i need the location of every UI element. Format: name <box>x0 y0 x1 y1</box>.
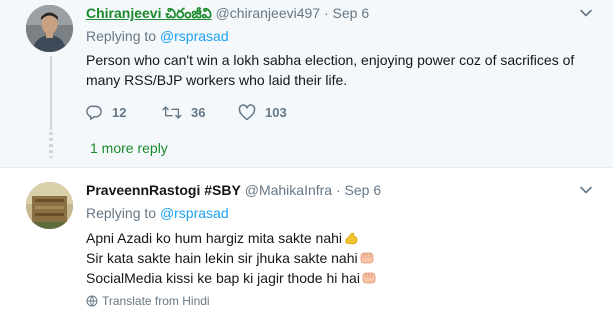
retweet-count: 36 <box>191 104 206 120</box>
replying-to: Replying to @rsprasad <box>86 28 229 44</box>
thread-dots <box>49 132 53 158</box>
separator: · <box>335 182 341 198</box>
like-button[interactable]: 103 <box>238 102 287 122</box>
replying-to: Replying to @rsprasad <box>86 205 229 221</box>
reply-icon <box>86 105 102 120</box>
user-handle[interactable]: @MahikaInfra <box>245 182 332 198</box>
mention-link[interactable]: @rsprasad <box>160 28 229 44</box>
retweet-button[interactable]: 36 <box>162 102 238 122</box>
user-handle[interactable]: @chiranjeevi497 <box>216 5 321 21</box>
more-replies-row[interactable]: 1 more reply <box>0 130 613 168</box>
mention-link[interactable]: @rsprasad <box>160 205 229 221</box>
chevron-down-icon[interactable] <box>579 183 593 197</box>
reply-button[interactable]: 12 <box>86 102 162 122</box>
oncoming-fist-emoji <box>359 250 375 266</box>
like-count: 103 <box>265 104 287 120</box>
globe-icon <box>86 295 98 307</box>
tweet-header: Chiranjeevi చిరంజీవి @chiranjeevi497 · S… <box>86 4 369 22</box>
tweet-actions: 12 36 103 <box>86 102 287 122</box>
tweet-header: PraveennRastogi #SBY @MahikaInfra · Sep … <box>86 181 381 199</box>
timestamp[interactable]: Sep 6 <box>345 182 382 198</box>
heart-icon <box>238 103 256 120</box>
flexed-biceps-emoji <box>343 230 359 246</box>
tweet-text: Person who can't win a lokh sabha electi… <box>86 52 575 88</box>
reply-tweet-chiranjeevi[interactable]: Chiranjeevi చిరంజీవి @chiranjeevi497 · S… <box>0 0 613 130</box>
retweet-icon <box>162 105 182 119</box>
more-replies-link[interactable]: 1 more reply <box>90 138 168 158</box>
reply-tweet-praveenn[interactable]: PraveennRastogi #SBY @MahikaInfra · Sep … <box>0 169 613 320</box>
reply-count: 12 <box>112 104 127 120</box>
avatar[interactable] <box>26 5 73 52</box>
avatar[interactable] <box>26 182 73 229</box>
display-name[interactable]: PraveennRastogi #SBY <box>86 182 241 198</box>
thread-line <box>50 56 52 130</box>
translate-link[interactable]: Translate from Hindi <box>86 294 210 308</box>
oncoming-fist-emoji <box>361 270 377 286</box>
display-name[interactable]: Chiranjeevi చిరంజీవి <box>86 5 212 21</box>
separator: · <box>323 5 329 21</box>
tweet-text: Apni Azadi ko hum hargiz mita sakte nahi… <box>86 228 596 288</box>
chevron-down-icon[interactable] <box>579 6 593 20</box>
timestamp[interactable]: Sep 6 <box>333 5 370 21</box>
